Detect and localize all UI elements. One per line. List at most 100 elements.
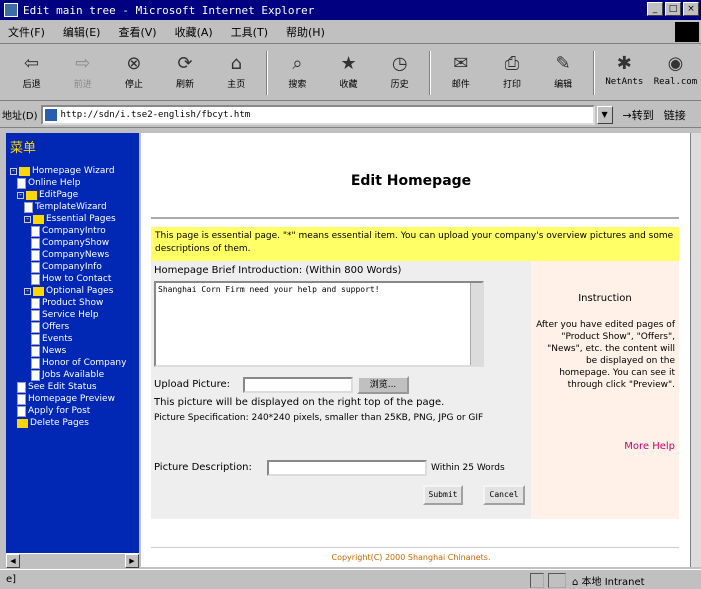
folder-icon [26,190,37,200]
address-url: http://sdn/i.tse2-english/fbcyt.htm [60,109,251,120]
links-button[interactable]: 链接 [664,107,686,123]
toolbar-button-label: 前进 [73,80,92,90]
brief-intro-value: Shanghai Corn Firm need your help and su… [158,285,380,294]
toolbar-button-home[interactable]: ⌂ 主页 [211,51,262,97]
menu-favorites[interactable]: 收藏(A) [175,24,213,40]
page-icon [17,381,26,393]
folder-icon [33,214,44,224]
submit-button[interactable]: Submit [423,485,463,505]
tree-item[interactable]: CompanyNews [31,249,109,261]
content-vertical-scrollbar[interactable] [690,133,701,567]
page-icon [31,273,40,285]
tree-item[interactable]: See Edit Status [17,381,97,393]
menu-help[interactable]: 帮助(H) [286,24,325,40]
tree-item[interactable]: Delete Pages [17,417,89,429]
close-button[interactable]: × [683,2,699,16]
status-bar: e] ⌂ 本地 Intranet [0,569,701,589]
tree-item[interactable]: Online Help [17,177,80,189]
scroll-right-icon[interactable]: ▶ [125,554,139,568]
tree-item[interactable]: - Optional Pages [24,285,113,297]
page-icon [31,297,40,309]
go-button[interactable]: →转到 [623,107,654,123]
tree-item[interactable]: Offers [31,321,69,333]
collapse-icon[interactable]: - [17,191,24,199]
tree-item-label: Product Show [42,298,104,308]
toolbar-button-print[interactable]: ⎙ 打印 [486,51,537,97]
footer-divider [151,547,679,548]
toolbar-button-label: 收藏 [339,80,358,90]
tree-item[interactable]: - Essential Pages [24,213,116,225]
zone-indicator: ⌂ 本地 Intranet [572,577,645,588]
toolbar-button-search[interactable]: ⌕ 搜索 [272,51,323,97]
toolbar-button-stop[interactable]: ⊗ 停止 [108,51,159,97]
history-icon: ◷ [391,52,408,74]
collapse-icon[interactable]: - [24,287,31,295]
textarea-scrollbar[interactable] [470,283,482,365]
tree-item[interactable]: CompanyInfo [31,261,102,273]
menu-view[interactable]: 查看(V) [118,24,156,40]
toolbar-button-edit[interactable]: ✎ 编辑 [538,51,589,97]
address-bar: 地址(D) http://sdn/i.tse2-english/fbcyt.ht… [0,102,701,128]
tree-item[interactable]: Product Show [31,297,103,309]
toolbar-button-netants[interactable]: ✱ NetAnts [599,51,650,97]
navigation-tree-frame: 菜单 - Homepage Wizard Online Help - EditPage T… [6,133,139,565]
toolbar-button-history[interactable]: ◷ 历史 [374,51,425,97]
tree-item-label: News [42,346,67,356]
tree-item-label: CompanyInfo [42,262,102,272]
collapse-icon[interactable]: - [10,167,17,175]
picture-description-input[interactable] [267,460,427,476]
toolbar-separator [265,51,268,95]
toolbar-button-favorites[interactable]: ★ 收藏 [323,51,374,97]
cancel-button[interactable]: Cancel [483,485,525,505]
tree-item[interactable]: Honor of Company [31,357,126,369]
address-dropdown-button[interactable]: ▼ [596,105,613,124]
brief-intro-textarea[interactable]: Shanghai Corn Firm need your help and su… [154,281,484,367]
tree-item[interactable]: CompanyIntro [31,225,106,237]
tree-item-label: TemplateWizard [35,202,107,212]
tree-item[interactable]: - EditPage [17,189,78,201]
page-done-icon: e] [6,574,17,585]
menu-edit[interactable]: 编辑(E) [63,24,101,40]
menu-file[interactable]: 文件(F) [8,24,45,40]
toolbar-button-refresh[interactable]: ⟳ 刷新 [159,51,210,97]
menu-tools[interactable]: 工具(T) [231,24,268,40]
more-help-link[interactable]: More Help [624,441,675,452]
tree-item[interactable]: Jobs Available [31,369,104,381]
page-icon [31,225,40,237]
minimize-button[interactable]: _ [647,2,663,16]
picture-specification: Picture Specification: 240*240 pixels, s… [154,413,484,423]
tree-header: 菜单 [10,141,37,156]
tree-horizontal-scrollbar[interactable]: ◀ ▶ [6,553,139,568]
browse-button[interactable]: 浏览... [357,376,409,394]
tree-item-label: Essential Pages [46,214,116,224]
tree-item[interactable]: CompanyShow [31,237,109,249]
tree-item[interactable]: News [31,345,66,357]
address-input[interactable]: http://sdn/i.tse2-english/fbcyt.htm [40,104,595,125]
toolbar-button-label: 邮件 [451,80,470,90]
toolbar-button-back-arrow[interactable]: ⇦ 后退 [6,51,57,97]
scroll-left-icon[interactable]: ◀ [6,554,20,568]
tree-item[interactable]: Events [31,333,72,345]
toolbar-button-label: 后退 [22,80,41,90]
upload-picture-input[interactable] [243,377,353,393]
toolbar-button-real[interactable]: ◉ Real.com [650,51,701,97]
toolbar-button-mail[interactable]: ✉ 邮件 [435,51,486,97]
title-divider [151,217,679,219]
folder-icon [33,286,44,296]
tree-item[interactable]: - Homepage Wizard [10,165,115,177]
tree-item[interactable]: TemplateWizard [24,201,107,213]
tree-item[interactable]: Service Help [31,309,99,321]
tree-item-label: Apply for Post [28,406,91,416]
tree-item[interactable]: How to Contact [31,273,111,285]
page-icon [31,333,40,345]
collapse-icon[interactable]: - [24,215,31,223]
tree-item[interactable]: Apply for Post [17,405,90,417]
toolbar-button-label: 停止 [124,80,143,90]
upload-note: This picture will be displayed on the ri… [154,397,445,408]
toolbar-button-forward-arrow[interactable]: ⇨ 前进 [57,51,108,97]
maximize-button[interactable]: □ [665,2,681,16]
folder-icon [17,418,28,428]
tree-item-label: See Edit Status [28,382,97,392]
home-icon: ⌂ [230,52,242,74]
tree-item[interactable]: Homepage Preview [17,393,115,405]
